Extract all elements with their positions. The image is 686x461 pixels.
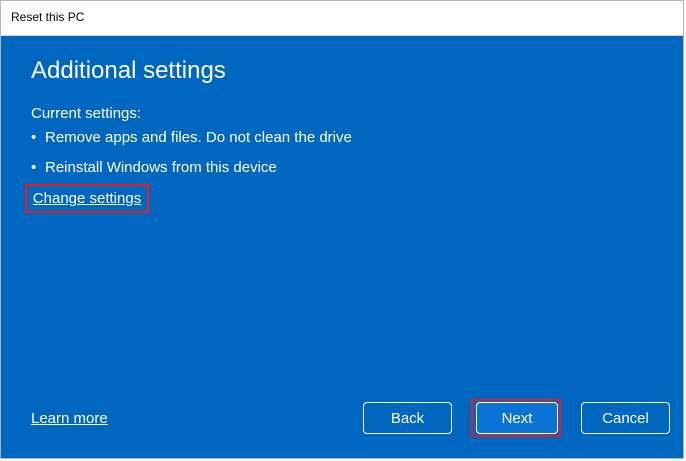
setting-item: • Remove apps and files. Do not clean th… xyxy=(31,129,352,146)
dialog-content: Additional settings Current settings: • … xyxy=(1,35,683,458)
setting-item: • Reinstall Windows from this device xyxy=(31,159,277,176)
change-settings-link[interactable]: Change settings xyxy=(25,184,149,213)
setting-item-text: Remove apps and files. Do not clean the … xyxy=(45,129,352,146)
title-bar: Reset this PC xyxy=(1,1,683,36)
window-title: Reset this PC xyxy=(11,10,85,24)
bullet-icon: • xyxy=(31,159,37,176)
reset-pc-dialog: Reset this PC Additional settings Curren… xyxy=(0,0,684,459)
learn-more-link[interactable]: Learn more xyxy=(31,410,108,427)
cancel-button[interactable]: Cancel xyxy=(581,402,670,434)
next-button[interactable]: Next xyxy=(476,402,558,434)
page-title: Additional settings xyxy=(31,57,226,84)
bullet-icon: • xyxy=(31,129,37,146)
current-settings-label: Current settings: xyxy=(31,105,142,122)
back-button[interactable]: Back xyxy=(363,402,452,434)
setting-item-text: Reinstall Windows from this device xyxy=(45,159,277,176)
